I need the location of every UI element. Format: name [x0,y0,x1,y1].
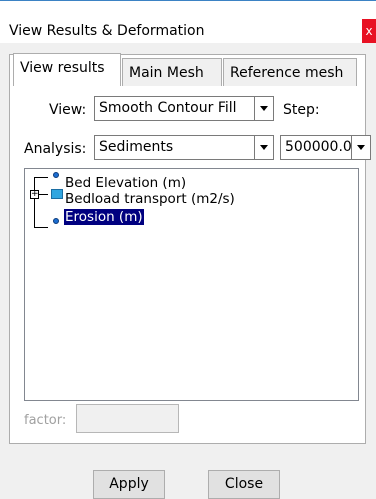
window-title: View Results & Deformation [9,23,205,39]
tree-item-bed-elevation[interactable]: Bed Elevation (m) [65,175,186,191]
tree-connector-line [34,177,35,227]
tab-reference-mesh[interactable]: Reference mesh [223,58,357,86]
analysis-select-value: Sediments [99,139,174,155]
result-tree[interactable]: Bed Elevation (m) + Bedload transport (m… [24,168,359,401]
tree-item-erosion[interactable]: Erosion (m) [64,209,144,225]
tab-main-mesh[interactable]: Main Mesh [122,58,222,86]
analysis-label: Analysis: [24,141,87,157]
step-select[interactable]: 500000.0 [280,135,371,160]
step-select-value: 500000.0 [285,139,352,155]
apply-button[interactable]: Apply [93,470,165,499]
analysis-select[interactable]: Sediments [94,135,274,160]
view-select[interactable]: Smooth Contour Fill [94,96,274,121]
tree-connector-line [34,227,48,228]
view-label: View: [49,102,87,118]
title-bar: View Results & Deformation [0,1,376,43]
tab-view-results[interactable]: View results [13,53,121,86]
dot-icon [53,218,59,224]
chevron-down-icon[interactable] [351,136,370,159]
window-close-button[interactable]: x [362,19,376,43]
dot-icon [53,172,59,178]
factor-input[interactable] [76,404,179,433]
view-select-value: Smooth Contour Fill [99,100,237,116]
chevron-down-icon[interactable] [254,97,273,120]
close-button[interactable]: Close [208,470,280,499]
square-icon [51,189,63,199]
tree-connector-line [34,177,48,178]
step-label: Step: [283,102,320,118]
tree-item-bedload-transport[interactable]: Bedload transport (m2/s) [65,191,235,207]
chevron-down-icon[interactable] [254,136,273,159]
factor-label: factor: [24,413,67,428]
expand-toggle[interactable]: + [30,190,39,199]
